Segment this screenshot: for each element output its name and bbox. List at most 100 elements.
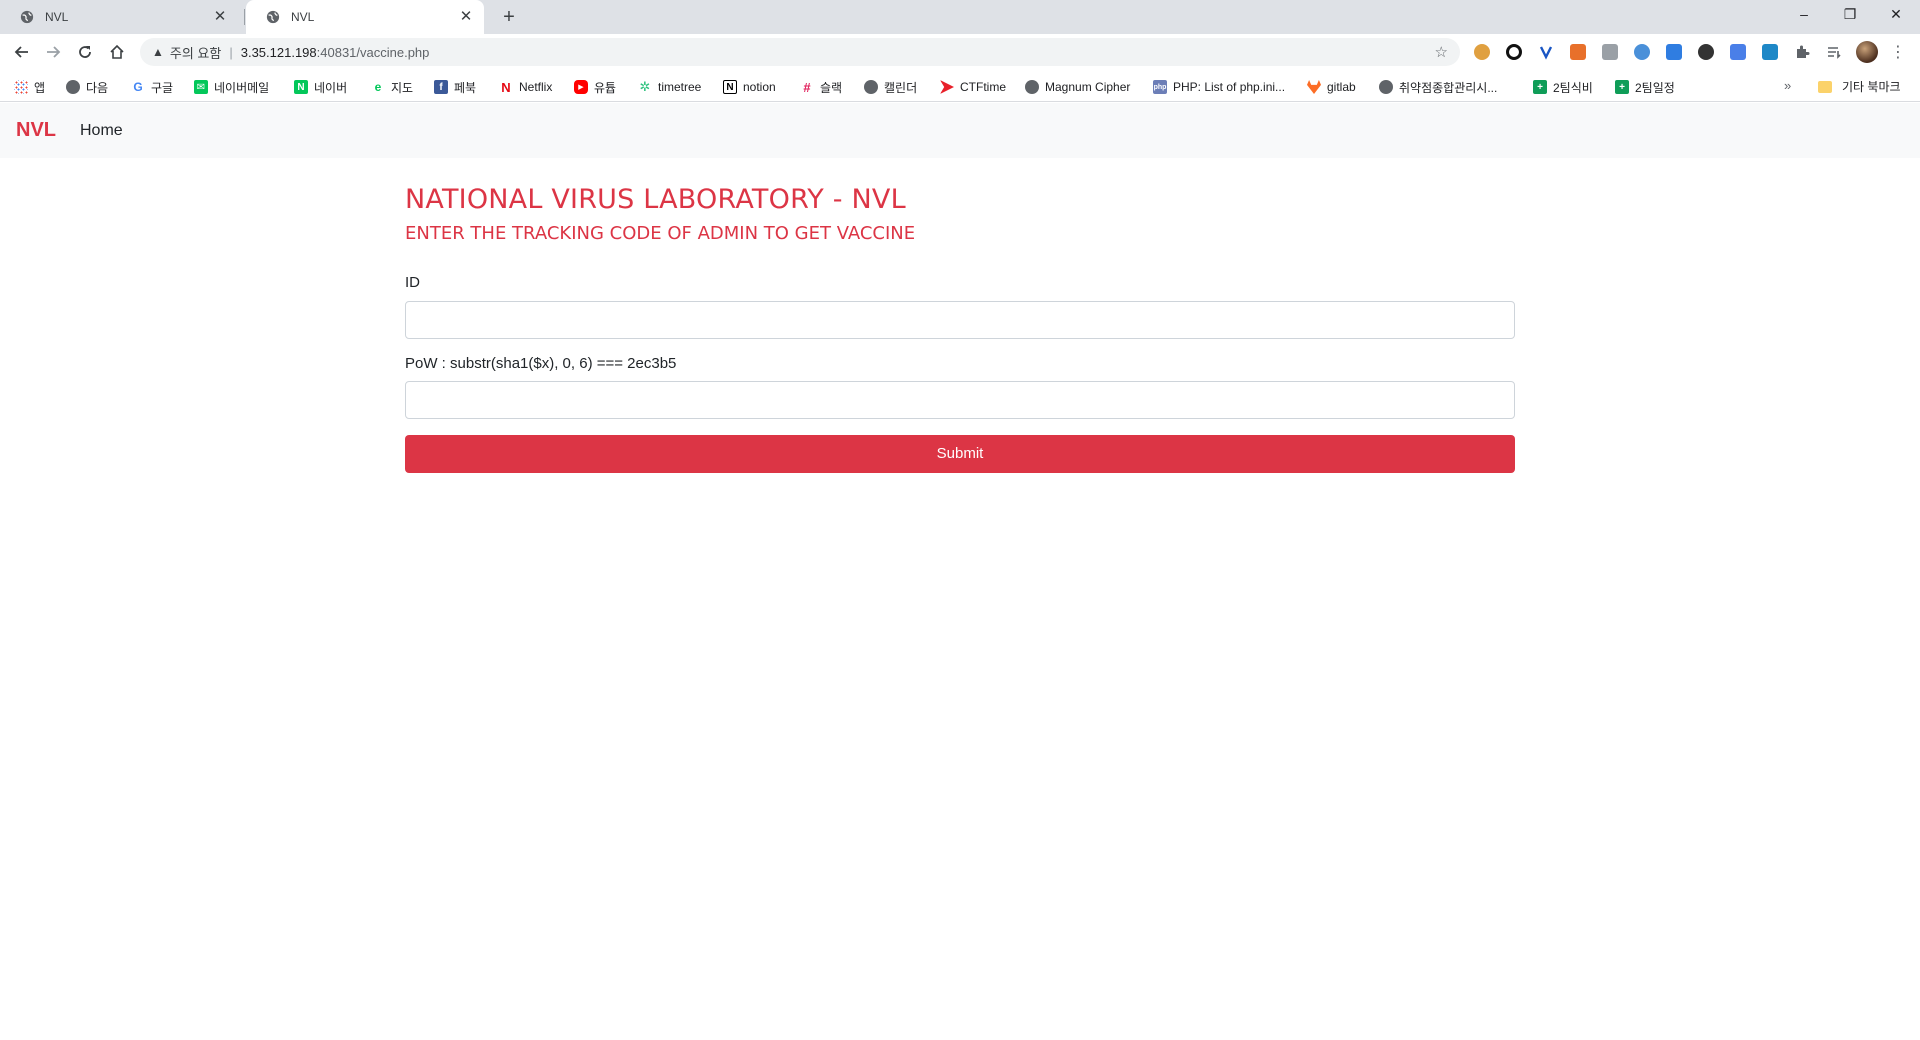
bookmark-vuln-management[interactable]: 취약점종합관리시... <box>1379 78 1497 96</box>
bookmark-team2-meals[interactable]: + 2팀식비 <box>1533 78 1593 96</box>
bookmark-label: 네이버 <box>314 80 348 95</box>
bookmark-map[interactable]: e 지도 <box>371 78 413 96</box>
bookmark-label: 페북 <box>454 80 477 95</box>
profile-avatar[interactable] <box>1856 41 1878 63</box>
puzzle-extension-icon[interactable] <box>1794 44 1810 60</box>
bookmark-google[interactable]: G 구글 <box>131 78 173 96</box>
slack-icon: # <box>800 80 814 95</box>
bookmark-label: 앱 <box>34 80 46 95</box>
translate-extension-icon[interactable] <box>1730 44 1746 60</box>
address-separator: | <box>229 44 233 60</box>
bookmark-netflix[interactable]: N Netflix <box>499 78 552 96</box>
restore-button[interactable]: ❐ <box>1827 0 1873 30</box>
id-label: ID <box>405 274 420 291</box>
tab-2-active[interactable]: NVL ✕ <box>246 0 484 34</box>
tab-1[interactable]: NVL ✕ <box>0 0 238 34</box>
s-extension-icon[interactable] <box>1762 44 1778 60</box>
minimize-button[interactable]: – <box>1781 0 1827 30</box>
burp-extension-icon[interactable] <box>1570 44 1586 60</box>
map-icon: e <box>371 80 385 94</box>
bookmarks-bar: 앱 다음 G 구글 ✉ 네이버메일 N 네이버 e 지도 f 페북 N Netf… <box>0 70 1920 102</box>
bookmark-magnum-cipher[interactable]: Magnum Cipher <box>1025 78 1130 96</box>
bookmark-naver-mail[interactable]: ✉ 네이버메일 <box>194 78 269 96</box>
bookmark-calendar[interactable]: 캘린더 <box>864 78 917 96</box>
globe-icon <box>20 10 34 24</box>
nav-home-link[interactable]: Home <box>80 122 123 140</box>
bookmark-label: 지도 <box>391 80 414 95</box>
bookmark-label: 캘린더 <box>884 80 918 95</box>
bookmarks-overflow-button[interactable]: » <box>1784 78 1791 93</box>
reload-button[interactable] <box>71 38 99 66</box>
close-tab-icon[interactable]: ✕ <box>212 9 228 25</box>
bookmark-ctftime[interactable]: CTFtime <box>940 78 1006 96</box>
bookmark-label: 2팀식비 <box>1553 80 1593 95</box>
forward-button[interactable] <box>39 38 67 66</box>
bookmark-label: 슬랙 <box>820 80 843 95</box>
address-bar[interactable]: ▲ 주의 요함 | 3.35.121.198 :40831/vaccine.ph… <box>140 38 1460 66</box>
bookmark-label: CTFtime <box>960 80 1006 94</box>
tab-strip: NVL ✕ NVL ✕ + – ❐ ✕ <box>0 0 1920 34</box>
menu-kebab-icon[interactable]: ⋮ <box>1890 42 1906 62</box>
close-tab-icon[interactable]: ✕ <box>458 9 474 25</box>
other-bookmarks-folder[interactable]: 기타 북마크 <box>1818 78 1901 95</box>
gitlab-icon <box>1307 80 1321 94</box>
bookmark-star-icon[interactable]: ☆ <box>1435 43 1448 61</box>
bookmark-timetree[interactable]: ✲ timetree <box>638 78 701 96</box>
close-window-button[interactable]: ✕ <box>1873 0 1919 30</box>
tab-divider <box>244 9 245 25</box>
bookmark-label: 취약점종합관리시... <box>1399 80 1498 95</box>
submit-button[interactable]: Submit <box>405 435 1515 473</box>
cookie-extension-icon[interactable] <box>1474 44 1490 60</box>
bookmark-label: 다음 <box>86 80 109 95</box>
bookmark-php[interactable]: php PHP: List of php.ini... <box>1153 78 1285 96</box>
url-host: 3.35.121.198 <box>240 44 317 60</box>
bookmark-label: 2팀일정 <box>1635 80 1675 95</box>
page-title: NATIONAL VIRUS LABORATORY - NVL <box>405 184 906 215</box>
bookmark-label: 구글 <box>151 80 174 95</box>
bookmark-naver[interactable]: N 네이버 <box>294 78 347 96</box>
v-extension-icon[interactable] <box>1538 44 1554 60</box>
warning-triangle-icon[interactable]: ▲ <box>152 45 164 59</box>
circle-extension-icon[interactable] <box>1506 44 1522 60</box>
arrow-right-icon <box>47 46 61 58</box>
bookmark-slack[interactable]: # 슬랙 <box>800 78 842 96</box>
bookmark-label: gitlab <box>1327 80 1356 94</box>
back-button[interactable] <box>8 38 36 66</box>
site-brand-link[interactable]: NVL <box>16 119 56 142</box>
sheets-icon: + <box>1615 80 1629 94</box>
window-extension-icon[interactable] <box>1602 44 1618 60</box>
vaccine-form-container: NATIONAL VIRUS LABORATORY - NVL ENTER TH… <box>405 184 1515 473</box>
tab-title: NVL <box>291 10 315 24</box>
apps-grid-icon <box>14 80 28 94</box>
id-input[interactable] <box>405 301 1515 339</box>
globe-icon <box>864 80 878 94</box>
naver-icon: N <box>294 80 308 94</box>
page-subtitle: ENTER THE TRACKING CODE OF ADMIN TO GET … <box>405 223 916 244</box>
new-tab-button[interactable]: + <box>496 5 522 29</box>
pow-input[interactable] <box>405 381 1515 419</box>
bookmark-label: timetree <box>658 80 702 94</box>
reading-list-icon[interactable] <box>1826 44 1842 60</box>
notion-icon: N <box>723 80 737 94</box>
ctftime-icon <box>940 80 954 94</box>
globe-extension-icon[interactable] <box>1634 44 1650 60</box>
tab-title: NVL <box>45 10 69 24</box>
pin-extension-icon[interactable] <box>1666 44 1682 60</box>
reload-icon <box>79 46 91 58</box>
other-bookmarks-label: 기타 북마크 <box>1842 80 1901 94</box>
bookmark-youtube[interactable]: ▶ 유튭 <box>574 78 616 96</box>
mask-extension-icon[interactable] <box>1698 44 1714 60</box>
bookmark-facebook[interactable]: f 페북 <box>434 78 476 96</box>
bookmark-team2-schedule[interactable]: + 2팀일정 <box>1615 78 1675 96</box>
security-warning-text[interactable]: 주의 요함 <box>170 43 221 62</box>
bookmark-apps[interactable]: 앱 <box>14 78 45 96</box>
bookmark-daum[interactable]: 다음 <box>66 78 108 96</box>
bookmark-label: Netflix <box>519 80 553 94</box>
pow-label: PoW : substr(sha1($x), 0, 6) === 2ec3b5 <box>405 355 677 372</box>
bookmark-gitlab[interactable]: gitlab <box>1307 78 1356 96</box>
bookmark-label: notion <box>743 80 776 94</box>
home-button[interactable] <box>103 38 131 66</box>
youtube-icon: ▶ <box>574 80 588 94</box>
bookmark-notion[interactable]: N notion <box>723 78 776 96</box>
facebook-icon: f <box>434 80 448 94</box>
